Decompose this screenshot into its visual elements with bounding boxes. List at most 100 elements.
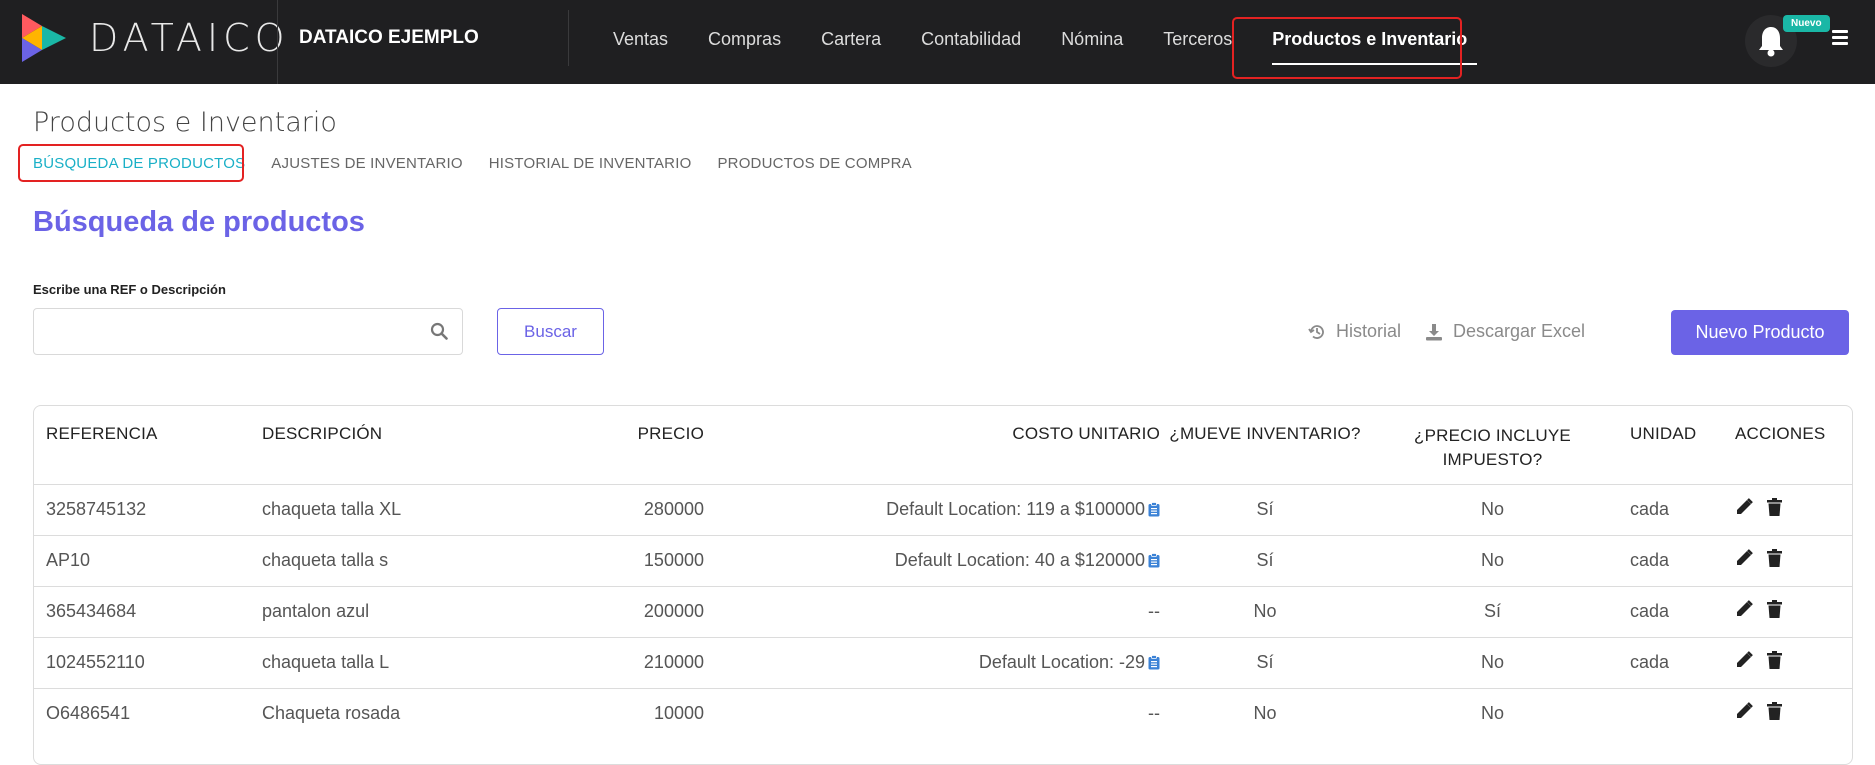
cell-acciones (1725, 534, 1852, 586)
delete-button[interactable] (1767, 498, 1782, 521)
costo-text: -- (1148, 703, 1160, 724)
cell-precio: 280000 (494, 483, 704, 535)
nav-item-ventas[interactable]: Ventas (593, 0, 688, 84)
top-navbar: DATAICO DATAICO EJEMPLO Ventas Compras C… (0, 0, 1875, 84)
costo-text: Default Location: 40 a $120000 (894, 550, 1145, 570)
cell-acciones (1725, 636, 1852, 688)
search-icon[interactable] (430, 322, 448, 340)
buscar-button[interactable]: Buscar (497, 308, 604, 355)
main-nav: Ventas Compras Cartera Contabilidad Nómi… (593, 0, 1487, 84)
cell-unidad: cada (1615, 636, 1725, 688)
cell-precio: 200000 (494, 585, 704, 637)
nav-item-productos-inventario[interactable]: Productos e Inventario (1252, 0, 1487, 84)
cell-referencia: 1024552110 (34, 636, 262, 688)
nuevo-producto-button[interactable]: Nuevo Producto (1671, 310, 1849, 355)
nav-item-nomina[interactable]: Nómina (1041, 0, 1143, 84)
header-descripcion[interactable]: DESCRIPCIÓN (262, 406, 494, 484)
header-costo-unitario[interactable]: COSTO UNITARIO (704, 406, 1160, 484)
search-field (33, 308, 463, 355)
edit-button[interactable] (1735, 549, 1753, 572)
delete-trash-icon (1767, 702, 1782, 721)
cell-acciones (1725, 483, 1852, 535)
cell-referencia: O6486541 (34, 687, 262, 739)
header-precio-incluye-impuesto[interactable]: ¿PRECIO INCLUYE IMPUESTO? (1370, 406, 1615, 484)
new-badge: Nuevo (1783, 15, 1830, 32)
cell-acciones (1725, 585, 1852, 637)
brand-divider (277, 0, 278, 84)
cell-precio-incluye-impuesto: Sí (1370, 585, 1615, 637)
clipboard-icon[interactable] (1148, 502, 1160, 517)
search-label: Escribe una REF o Descripción (33, 282, 226, 297)
header-unidad[interactable]: UNIDAD (1615, 406, 1725, 484)
edit-button[interactable] (1735, 498, 1753, 521)
descargar-excel-label: Descargar Excel (1453, 321, 1586, 341)
clipboard-icon[interactable] (1148, 553, 1160, 568)
cell-precio-incluye-impuesto: No (1370, 483, 1615, 535)
history-icon (1308, 324, 1324, 339)
tab-busqueda-productos[interactable]: BÚSQUEDA DE PRODUCTOS (33, 155, 245, 172)
edit-pencil-icon (1737, 702, 1753, 719)
delete-button[interactable] (1767, 651, 1782, 674)
nav-divider (568, 10, 569, 66)
delete-trash-icon (1767, 600, 1782, 618)
costo-text: Default Location: 119 a $100000 (886, 499, 1145, 519)
clipboard-icon[interactable] (1148, 655, 1160, 670)
cell-precio: 150000 (494, 534, 704, 586)
header-mueve-inventario[interactable]: ¿MUEVE INVENTARIO? (1160, 406, 1370, 484)
descargar-excel-link[interactable]: Descargar Excel (1425, 321, 1585, 342)
page-title: Productos e Inventario (33, 107, 337, 138)
cell-descripcion: chaqueta talla L (262, 636, 494, 688)
header-referencia[interactable]: REFERENCIA (34, 406, 262, 484)
cell-unidad (1615, 687, 1725, 739)
section-title: Búsqueda de productos (33, 206, 365, 238)
delete-trash-icon (1767, 549, 1782, 567)
cell-costo-unitario: Default Location: 119 a $100000 (704, 483, 1160, 535)
cell-costo-unitario: Default Location: -29 (704, 636, 1160, 688)
cell-precio: 10000 (494, 687, 704, 739)
cell-mueve-inventario: No (1160, 687, 1370, 739)
table-row: O6486541 Chaqueta rosada 10000 -- No No (34, 687, 1852, 739)
cell-referencia: 3258745132 (34, 483, 262, 535)
cell-precio-incluye-impuesto: No (1370, 534, 1615, 586)
table-header-row: REFERENCIA DESCRIPCIÓN PRECIO COSTO UNIT… (34, 406, 1852, 484)
tab-productos-compra[interactable]: PRODUCTOS DE COMPRA (717, 155, 911, 172)
delete-button[interactable] (1767, 600, 1782, 623)
nav-item-cartera[interactable]: Cartera (801, 0, 901, 84)
table-row: 365434684 pantalon azul 200000 -- No Sí cada (34, 585, 1852, 637)
edit-pencil-icon (1737, 549, 1753, 565)
company-name[interactable]: DATAICO EJEMPLO (299, 27, 479, 49)
costo-text: Default Location: -29 (978, 652, 1145, 672)
cell-unidad: cada (1615, 483, 1725, 535)
cell-costo-unitario: -- (704, 585, 1160, 637)
download-icon (1426, 323, 1442, 340)
cell-precio: 210000 (494, 636, 704, 688)
nav-item-terceros[interactable]: Terceros (1143, 0, 1252, 84)
cell-mueve-inventario: No (1160, 585, 1370, 637)
cell-unidad: cada (1615, 585, 1725, 637)
tab-ajustes-inventario[interactable]: AJUSTES DE INVENTARIO (271, 155, 462, 172)
table-row: 1024552110 chaqueta talla L 210000 Default … (34, 636, 1852, 688)
edit-pencil-icon (1737, 498, 1753, 514)
edit-button[interactable] (1735, 651, 1753, 674)
edit-button[interactable] (1735, 600, 1753, 623)
dataico-logo (22, 14, 66, 62)
edit-button[interactable] (1735, 702, 1753, 725)
cell-mueve-inventario: Sí (1160, 636, 1370, 688)
search-input[interactable] (34, 309, 414, 354)
historial-link[interactable]: Historial (1308, 321, 1401, 342)
cell-mueve-inventario: Sí (1160, 483, 1370, 535)
tab-historial-inventario[interactable]: HISTORIAL DE INVENTARIO (489, 155, 692, 172)
hamburger-menu-icon[interactable] (1832, 30, 1848, 46)
delete-button[interactable] (1767, 549, 1782, 572)
bell-icon (1759, 27, 1783, 57)
table-row: 3258745132 chaqueta talla XL 280000 Default… (34, 483, 1852, 535)
cell-unidad: cada (1615, 534, 1725, 586)
brand-name[interactable]: DATAICO (89, 16, 290, 60)
nav-item-contabilidad[interactable]: Contabilidad (901, 0, 1041, 84)
nav-item-compras[interactable]: Compras (688, 0, 801, 84)
header-precio[interactable]: PRECIO (494, 406, 704, 484)
delete-trash-icon (1767, 498, 1782, 516)
cell-referencia: AP10 (34, 534, 262, 586)
delete-button[interactable] (1767, 702, 1782, 725)
cell-mueve-inventario: Sí (1160, 534, 1370, 586)
